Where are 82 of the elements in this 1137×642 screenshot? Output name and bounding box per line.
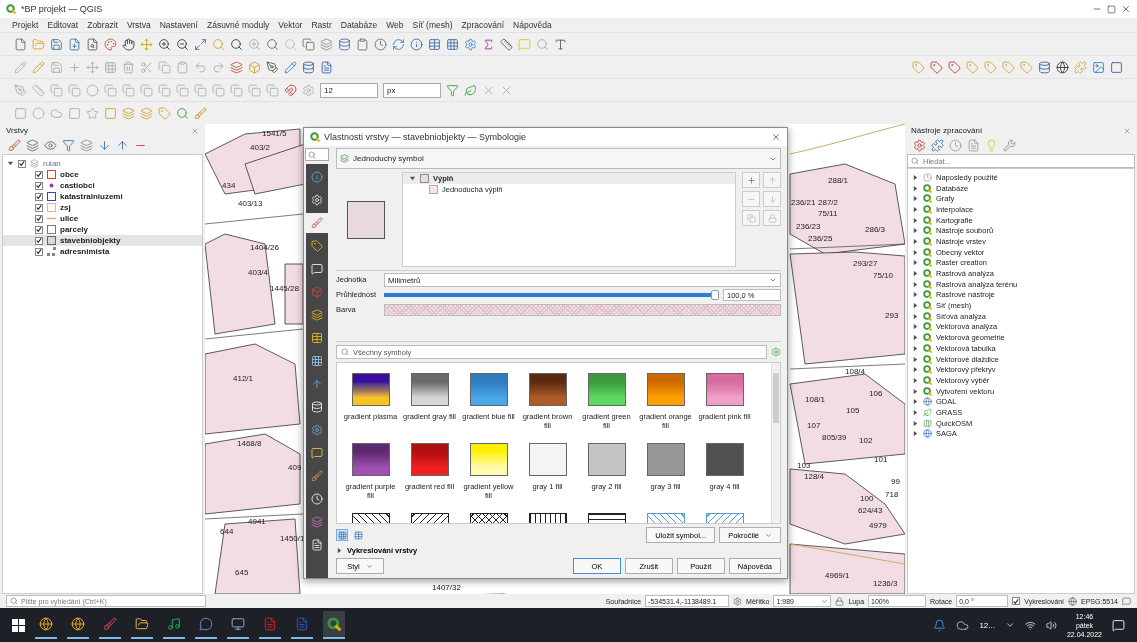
window-title: *BP projekt — QGIS [21, 4, 104, 14]
parcel-number: 1236/3 [873, 579, 898, 588]
parcel-number: 1541/5 [262, 129, 287, 138]
menu-item[interactable]: Vektor [278, 20, 303, 30]
parcel-number: 286/3 [865, 225, 886, 234]
layer-name: parcely [60, 225, 89, 234]
parcel-number: 293 [885, 311, 899, 320]
menu-item[interactable]: Nápověda [513, 20, 552, 30]
parcel-number: 103 [797, 461, 811, 470]
menu-item[interactable]: Web [386, 20, 404, 30]
parcel-number: 236/25 [808, 234, 833, 243]
layer-name: ulice [60, 214, 79, 223]
menu-item[interactable]: Zpracování [461, 20, 505, 30]
menu-item[interactable]: Projekt [12, 20, 39, 30]
parcel-number: 1404/26 [250, 243, 279, 252]
layer-row[interactable]: obce [3, 169, 202, 180]
parcel-number: 105 [846, 406, 860, 415]
unit-dropdown[interactable]: px [383, 82, 441, 98]
layer-row[interactable]: adresnimista [3, 246, 202, 257]
tolerance-field[interactable]: 12 [320, 82, 378, 98]
layer-row[interactable]: stavebniobjekty [3, 235, 202, 246]
layer-group-row[interactable]: ruian [3, 158, 202, 169]
menu-item[interactable]: Zásuvné moduly [206, 20, 270, 30]
menu-item[interactable]: Vrstva [126, 20, 151, 30]
parcel-number: 4979 [869, 521, 887, 530]
layer-name: katastralniuzemi [60, 192, 123, 201]
parcel-number: 644 [220, 527, 234, 536]
parcel-number: 106 [869, 389, 883, 398]
parcel-number: 101 [874, 455, 888, 464]
layer-name: castiobci [60, 181, 95, 190]
parcel-number: 4969/1 [825, 571, 850, 580]
menu-item[interactable]: Editovat [47, 20, 79, 30]
parcel-number: 107 [807, 421, 821, 430]
layer-row[interactable]: parcely [3, 224, 202, 235]
parcel-number: 403/4 [248, 268, 269, 277]
parcel-number: 624/43 [858, 506, 883, 515]
menu-item[interactable]: Zobrazit [87, 20, 118, 30]
panel-title: Nástroje zpracování [911, 126, 983, 135]
parcel-number: 409 [288, 463, 302, 472]
parcel-number: 434 [222, 181, 236, 190]
parcel-number: 75/10 [873, 271, 894, 280]
parcel-number: 1468/8 [237, 439, 262, 448]
renderer-dropdown[interactable]: Jednoduchý symbol [336, 148, 781, 169]
parcel-number: 102 [859, 436, 873, 445]
parcel-number: 75/11 [818, 209, 838, 218]
parcel-number: 1450/1 [280, 534, 305, 543]
dialog-title: Vlastnosti vrstvy — stavebniobjekty — Symbologie [324, 132, 528, 142]
parcel-number: 1407/32 [432, 583, 461, 592]
parcel-number: 128/4 [804, 472, 825, 481]
panel-title: Vrstvy [6, 126, 28, 135]
parcel-number: 412/1 [233, 374, 254, 383]
layer-name: obce [60, 170, 79, 179]
parcel-number: 99 [891, 477, 900, 486]
weather-text: 12... [979, 620, 995, 630]
layer-row[interactable]: castiobci [3, 180, 202, 191]
parcel-number: 403/13 [238, 199, 263, 208]
parcel-number: 4941 [248, 517, 266, 526]
parcel-number: 287/2 [818, 198, 839, 207]
unit-dropdown[interactable]: Milimetrů [384, 273, 781, 287]
parcel-number: 236/23 [796, 222, 821, 231]
parcel-number: 236/21 [791, 198, 816, 207]
parcel-number: 108/1 [805, 395, 826, 404]
parcel-number: 288/1 [828, 176, 849, 185]
parcel-number: 645 [235, 568, 249, 577]
layer-row[interactable]: ulice [3, 213, 202, 224]
parcel-number: 100 [860, 494, 874, 503]
parcel-number: 293/27 [853, 259, 878, 268]
parcel-number: 805/39 [822, 433, 847, 442]
parcel-number: 403/2 [250, 143, 271, 152]
parcel-number: 1445/28 [270, 284, 299, 293]
layer-name: stavebniobjekty [60, 236, 121, 245]
parcel-number: 108/4 [845, 367, 866, 376]
menu-item[interactable]: Nastavení [159, 20, 198, 30]
menu-item[interactable]: Databáze [340, 20, 378, 30]
layer-name: zsj [60, 203, 71, 212]
layer-group-name: ruian [43, 159, 61, 168]
layer-name: adresnimista [60, 247, 110, 256]
parcel-number: 718 [885, 490, 899, 499]
menu-item[interactable]: Síť (mesh) [412, 20, 453, 30]
layer-row[interactable]: katastralniuzemi [3, 191, 202, 202]
layer-row[interactable]: zsj [3, 202, 202, 213]
menu-item[interactable]: Rastr [311, 20, 332, 30]
